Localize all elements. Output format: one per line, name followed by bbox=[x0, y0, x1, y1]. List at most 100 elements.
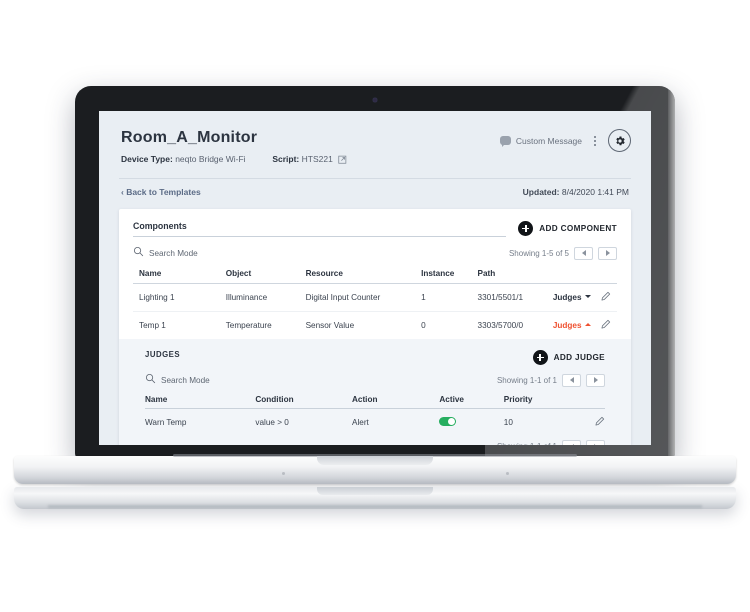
plus-circle-icon bbox=[532, 350, 548, 365]
chevron-left-icon[interactable] bbox=[562, 440, 581, 445]
column-header-priority: Priority bbox=[503, 389, 573, 409]
deck-lip-lower bbox=[317, 487, 433, 495]
add-component-label: ADD COMPONENT bbox=[539, 224, 617, 233]
column-header-judge-actions bbox=[572, 389, 605, 409]
components-pagination: Showing 1-5 of 5 bbox=[508, 246, 617, 260]
external-link-icon[interactable] bbox=[338, 155, 347, 166]
column-header-name: Name bbox=[133, 262, 226, 284]
column-header-action: Action bbox=[351, 389, 440, 409]
judges-search-input[interactable]: Search Mode bbox=[145, 371, 210, 389]
device-meta: Device Type: neqto Bridge Wi-Fi Script: … bbox=[121, 154, 629, 166]
judges-showing-count: Showing 1-1 of 1 bbox=[496, 375, 557, 385]
judges-panel-title: JUDGES bbox=[145, 350, 181, 359]
device-type-label: Device Type: bbox=[121, 154, 173, 164]
judge-condition: value > 0 bbox=[255, 418, 289, 427]
chevron-left-icon[interactable] bbox=[574, 246, 593, 260]
app-page: Room_A_Monitor Device Type: neqto Bridge… bbox=[99, 111, 651, 445]
component-name: Lighting 1 bbox=[133, 283, 226, 312]
webcam-icon bbox=[373, 98, 377, 102]
lid-edge-highlight bbox=[668, 86, 675, 461]
add-component-button[interactable]: ADD COMPONENT bbox=[518, 221, 617, 236]
components-search-placeholder: Search Mode bbox=[149, 248, 198, 258]
judges-table-header-row: Name Condition Action Active Priority bbox=[145, 389, 605, 409]
component-edit-cell bbox=[600, 312, 617, 340]
column-header-judges bbox=[552, 262, 600, 284]
judges-pagination-top: Showing 1-1 of 1 bbox=[496, 373, 605, 387]
judge-action: Alert bbox=[351, 418, 369, 427]
script-label: Script: bbox=[272, 154, 300, 164]
updated-value: 8/4/2020 1:41 PM bbox=[561, 187, 629, 197]
pencil-icon[interactable] bbox=[600, 319, 611, 332]
column-header-instance: Instance bbox=[421, 262, 478, 284]
column-header-actions bbox=[599, 262, 617, 284]
plus-circle-icon bbox=[518, 221, 534, 236]
laptop-mockup: Room_A_Monitor Device Type: neqto Bridge… bbox=[0, 0, 750, 612]
component-instance: 1 bbox=[421, 283, 478, 312]
components-toolbar: Search Mode Showing 1-5 of 5 bbox=[133, 244, 617, 262]
table-row[interactable]: Temp 1 Temperature Sensor Value 0 3303/5… bbox=[133, 312, 617, 340]
search-icon bbox=[145, 371, 156, 389]
components-showing-count: Showing 1-5 of 5 bbox=[508, 248, 569, 258]
component-resource: Sensor Value bbox=[305, 321, 355, 330]
header-actions: Custom Message bbox=[499, 129, 631, 152]
column-header-resource: Resource bbox=[305, 262, 422, 284]
deck-lip bbox=[317, 456, 433, 465]
back-to-templates-link[interactable]: ‹ Back to Templates bbox=[121, 187, 201, 197]
judges-toolbar: Search Mode Showing 1-1 of 1 bbox=[145, 371, 605, 389]
judges-panel-header: JUDGES ADD JUDGE bbox=[145, 350, 605, 365]
component-name: Temp 1 bbox=[139, 321, 166, 330]
deck-shadow bbox=[48, 505, 702, 508]
gear-icon[interactable] bbox=[608, 129, 631, 152]
judges-toggle-expanded[interactable]: Judges bbox=[553, 312, 600, 340]
components-table-header-row: Name Object Resource Instance Path bbox=[133, 262, 617, 284]
judges-table: Name Condition Action Active Priority Wa… bbox=[145, 389, 605, 433]
chevron-right-icon[interactable] bbox=[598, 246, 617, 260]
table-row[interactable]: Warn Temp value > 0 Alert 10 bbox=[145, 409, 605, 434]
add-judge-button[interactable]: ADD JUDGE bbox=[532, 350, 605, 365]
sub-header: ‹ Back to Templates Updated: 8/4/2020 1:… bbox=[99, 179, 651, 209]
judges-toggle-collapsed[interactable]: Judges bbox=[552, 283, 600, 312]
deck-screw-left bbox=[282, 472, 285, 475]
custom-message-button[interactable]: Custom Message bbox=[499, 135, 582, 147]
component-object: Temperature bbox=[225, 321, 272, 330]
component-object: Illuminance bbox=[225, 283, 306, 312]
column-header-path: Path bbox=[477, 262, 553, 284]
pencil-icon[interactable] bbox=[600, 291, 611, 304]
judge-active-cell bbox=[439, 409, 503, 434]
chat-bubble-icon bbox=[499, 136, 511, 147]
chevron-right-icon[interactable] bbox=[586, 373, 605, 387]
judges-pagination-bottom: Showing 1-1 of 1 bbox=[145, 440, 605, 445]
column-header-object: Object bbox=[225, 262, 306, 284]
judge-name: Warn Temp bbox=[145, 418, 187, 427]
add-judge-label: ADD JUDGE bbox=[553, 353, 605, 362]
chevron-left-icon[interactable] bbox=[562, 373, 581, 387]
component-path: 3303/5700/0 bbox=[477, 321, 524, 330]
components-search-input[interactable]: Search Mode bbox=[133, 244, 198, 262]
component-edit-cell bbox=[599, 283, 617, 312]
updated-timestamp: Updated: 8/4/2020 1:41 PM bbox=[523, 187, 629, 197]
table-row[interactable]: Lighting 1 Illuminance Digital Input Cou… bbox=[133, 283, 617, 312]
page-header: Room_A_Monitor Device Type: neqto Bridge… bbox=[99, 111, 651, 166]
custom-message-label: Custom Message bbox=[515, 135, 582, 146]
column-header-active: Active bbox=[439, 389, 504, 409]
more-vertical-icon[interactable] bbox=[590, 134, 600, 148]
judges-panel: JUDGES ADD JUDGE Search Mode Showing 1-1… bbox=[119, 339, 631, 445]
components-title: Components bbox=[133, 221, 507, 237]
judges-toggle-label: Judges bbox=[552, 293, 582, 302]
judge-priority: 10 bbox=[503, 418, 513, 427]
active-toggle[interactable] bbox=[439, 416, 457, 427]
pencil-icon[interactable] bbox=[594, 416, 605, 429]
component-resource: Digital Input Counter bbox=[305, 283, 422, 312]
chevron-down-icon bbox=[584, 295, 591, 298]
components-card: Components ADD COMPONENT Search Mode Sho… bbox=[119, 209, 631, 445]
laptop-deck-upper bbox=[14, 454, 736, 484]
column-header-condition: Condition bbox=[255, 389, 352, 409]
judges-toggle-label: Judges bbox=[552, 321, 582, 330]
components-card-header: Components ADD COMPONENT bbox=[133, 221, 617, 237]
components-table: Name Object Resource Instance Path Light… bbox=[133, 262, 617, 339]
judges-showing-count-bottom: Showing 1-1 of 1 bbox=[497, 442, 557, 445]
chevron-right-icon[interactable] bbox=[586, 440, 605, 445]
script-value: HTS221 bbox=[301, 154, 333, 164]
component-path: 3301/5501/1 bbox=[477, 283, 553, 312]
screen: Room_A_Monitor Device Type: neqto Bridge… bbox=[99, 111, 651, 445]
